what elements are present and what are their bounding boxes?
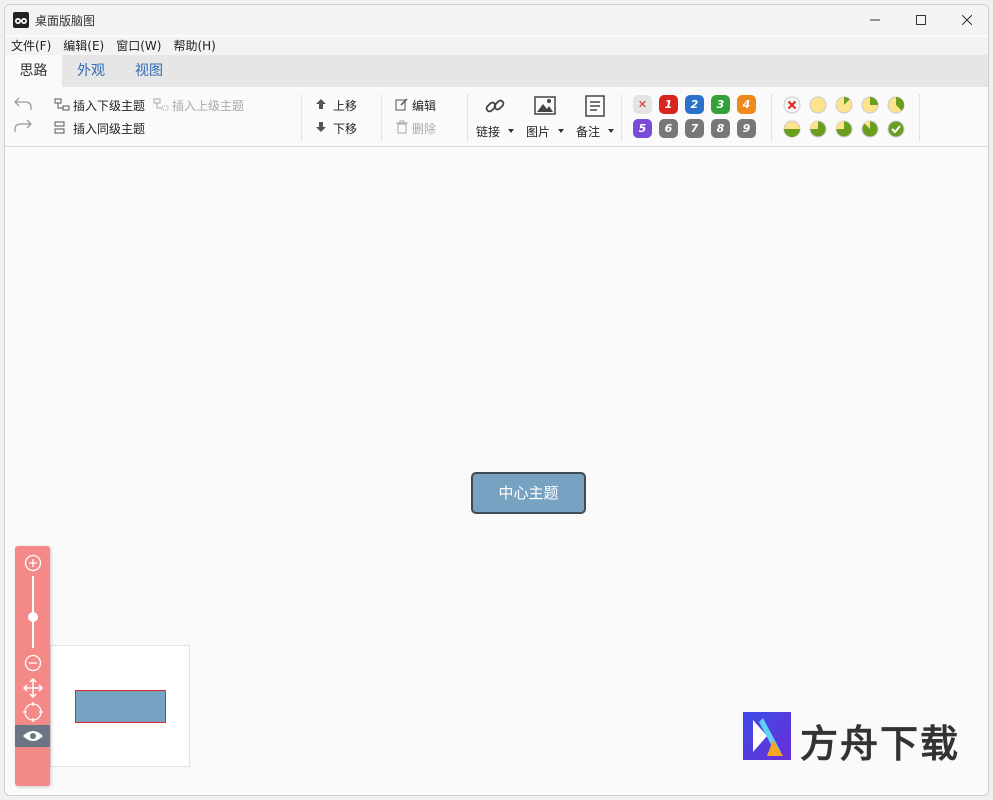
progress-0-icon[interactable] — [809, 96, 827, 114]
zoom-out-icon[interactable] — [24, 654, 42, 672]
progress-3-icon[interactable] — [887, 96, 905, 114]
title-bar: 桌面版脑图 — [5, 5, 988, 35]
toolbar-separator — [919, 95, 920, 141]
menu-help[interactable]: 帮助(H) — [167, 37, 221, 55]
progress-remove-icon[interactable] — [783, 96, 801, 114]
menu-window[interactable]: 窗口(W) — [110, 37, 167, 55]
dropdown-caret-icon — [608, 129, 614, 133]
ribbon-tabs: 思路 外观 视图 — [5, 55, 988, 87]
move-down-button[interactable]: 下移 — [333, 120, 357, 137]
minimap-viewport[interactable] — [75, 690, 166, 723]
app-logo-icon — [13, 12, 29, 28]
link-label: 链接 — [476, 125, 501, 139]
tab-ideas[interactable]: 思路 — [5, 55, 62, 87]
delete-button[interactable]: 删除 — [412, 120, 436, 137]
priority-4-button[interactable]: 4 — [737, 95, 756, 114]
insert-sibling-icon — [54, 121, 65, 134]
maximize-icon — [916, 15, 926, 25]
toolbar-separator — [621, 95, 622, 141]
dropdown-caret-icon — [508, 129, 514, 133]
note-label: 备注 — [576, 125, 601, 139]
insert-child-icon — [54, 98, 70, 111]
priority-8-button[interactable]: 8 — [711, 119, 730, 138]
center-topic[interactable]: 中心主题 — [471, 472, 586, 514]
progress-4-icon[interactable] — [783, 120, 801, 138]
priority-7-button[interactable]: 7 — [685, 119, 704, 138]
toolbar-separator — [381, 95, 382, 141]
menu-edit[interactable]: 编辑(E) — [57, 37, 110, 55]
priority-remove-button[interactable]: ✕ — [633, 95, 652, 114]
link-button[interactable]: 链接 — [475, 93, 515, 141]
move-up-button[interactable]: 上移 — [333, 97, 357, 114]
watermark-text: 方舟下载 — [800, 722, 961, 766]
arrow-down-icon — [316, 122, 326, 132]
menu-file[interactable]: 文件(F) — [5, 37, 57, 55]
undo-icon[interactable] — [13, 96, 33, 112]
progress-2-icon[interactable] — [861, 96, 879, 114]
priority-5-button[interactable]: 5 — [633, 119, 652, 138]
toolbar: 插入下级主题 插入上级主题 插入同级主题 上移 下移 编辑 删除 链接 图片 备… — [5, 87, 988, 147]
toolbar-separator — [467, 95, 468, 141]
edit-icon — [395, 98, 408, 111]
toggle-minimap-button[interactable] — [15, 725, 50, 747]
priority-2-button[interactable]: 2 — [685, 95, 704, 114]
app-window: 桌面版脑图 文件(F) 编辑(E) 窗口(W) 帮助(H) 思路 外观 视图 插… — [4, 4, 989, 796]
minimize-button[interactable] — [852, 5, 898, 35]
insert-sibling-button[interactable]: 插入同级主题 — [73, 120, 145, 137]
toolbar-separator — [301, 95, 302, 141]
priority-6-button[interactable]: 6 — [659, 119, 678, 138]
tab-appearance[interactable]: 外观 — [65, 55, 117, 87]
progress-5-icon[interactable] — [809, 120, 827, 138]
edit-button[interactable]: 编辑 — [412, 97, 436, 114]
tab-view[interactable]: 视图 — [123, 55, 175, 87]
image-button[interactable]: 图片 — [525, 93, 565, 141]
progress-1-icon[interactable] — [835, 96, 853, 114]
mindmap-canvas[interactable]: 中心主题 方舟下载 — [5, 148, 988, 795]
minimap[interactable] — [50, 645, 190, 767]
progress-6-icon[interactable] — [835, 120, 853, 138]
link-icon — [485, 99, 505, 113]
minimize-icon — [870, 19, 880, 21]
menu-bar: 文件(F) 编辑(E) 窗口(W) 帮助(H) — [5, 37, 988, 55]
locate-center-icon[interactable] — [23, 702, 43, 722]
image-label: 图片 — [526, 125, 551, 139]
zoom-in-icon[interactable] — [24, 554, 42, 572]
image-icon — [534, 96, 556, 115]
insert-child-button[interactable]: 插入下级主题 — [73, 97, 145, 114]
insert-parent-button[interactable]: 插入上级主题 — [172, 97, 244, 114]
priority-3-button[interactable]: 3 — [711, 95, 730, 114]
note-button[interactable]: 备注 — [575, 93, 615, 141]
redo-icon[interactable] — [13, 118, 33, 134]
arrow-up-icon — [316, 99, 326, 109]
watermark-logo-icon — [743, 712, 791, 760]
move-icon[interactable] — [23, 678, 43, 698]
priority-1-button[interactable]: 1 — [659, 95, 678, 114]
progress-done-icon[interactable] — [887, 120, 905, 138]
eye-icon — [23, 731, 43, 741]
zoom-slider-thumb[interactable] — [28, 612, 38, 622]
priority-9-button[interactable]: 9 — [737, 119, 756, 138]
dropdown-caret-icon — [558, 129, 564, 133]
close-button[interactable] — [944, 5, 988, 35]
toolbar-separator — [771, 95, 772, 141]
progress-7-icon[interactable] — [861, 120, 879, 138]
insert-parent-icon — [153, 98, 169, 111]
note-icon — [585, 95, 605, 117]
zoom-panel — [15, 546, 50, 786]
trash-icon — [396, 120, 408, 134]
close-icon — [962, 15, 972, 25]
maximize-button[interactable] — [898, 5, 944, 35]
window-title: 桌面版脑图 — [35, 14, 96, 28]
